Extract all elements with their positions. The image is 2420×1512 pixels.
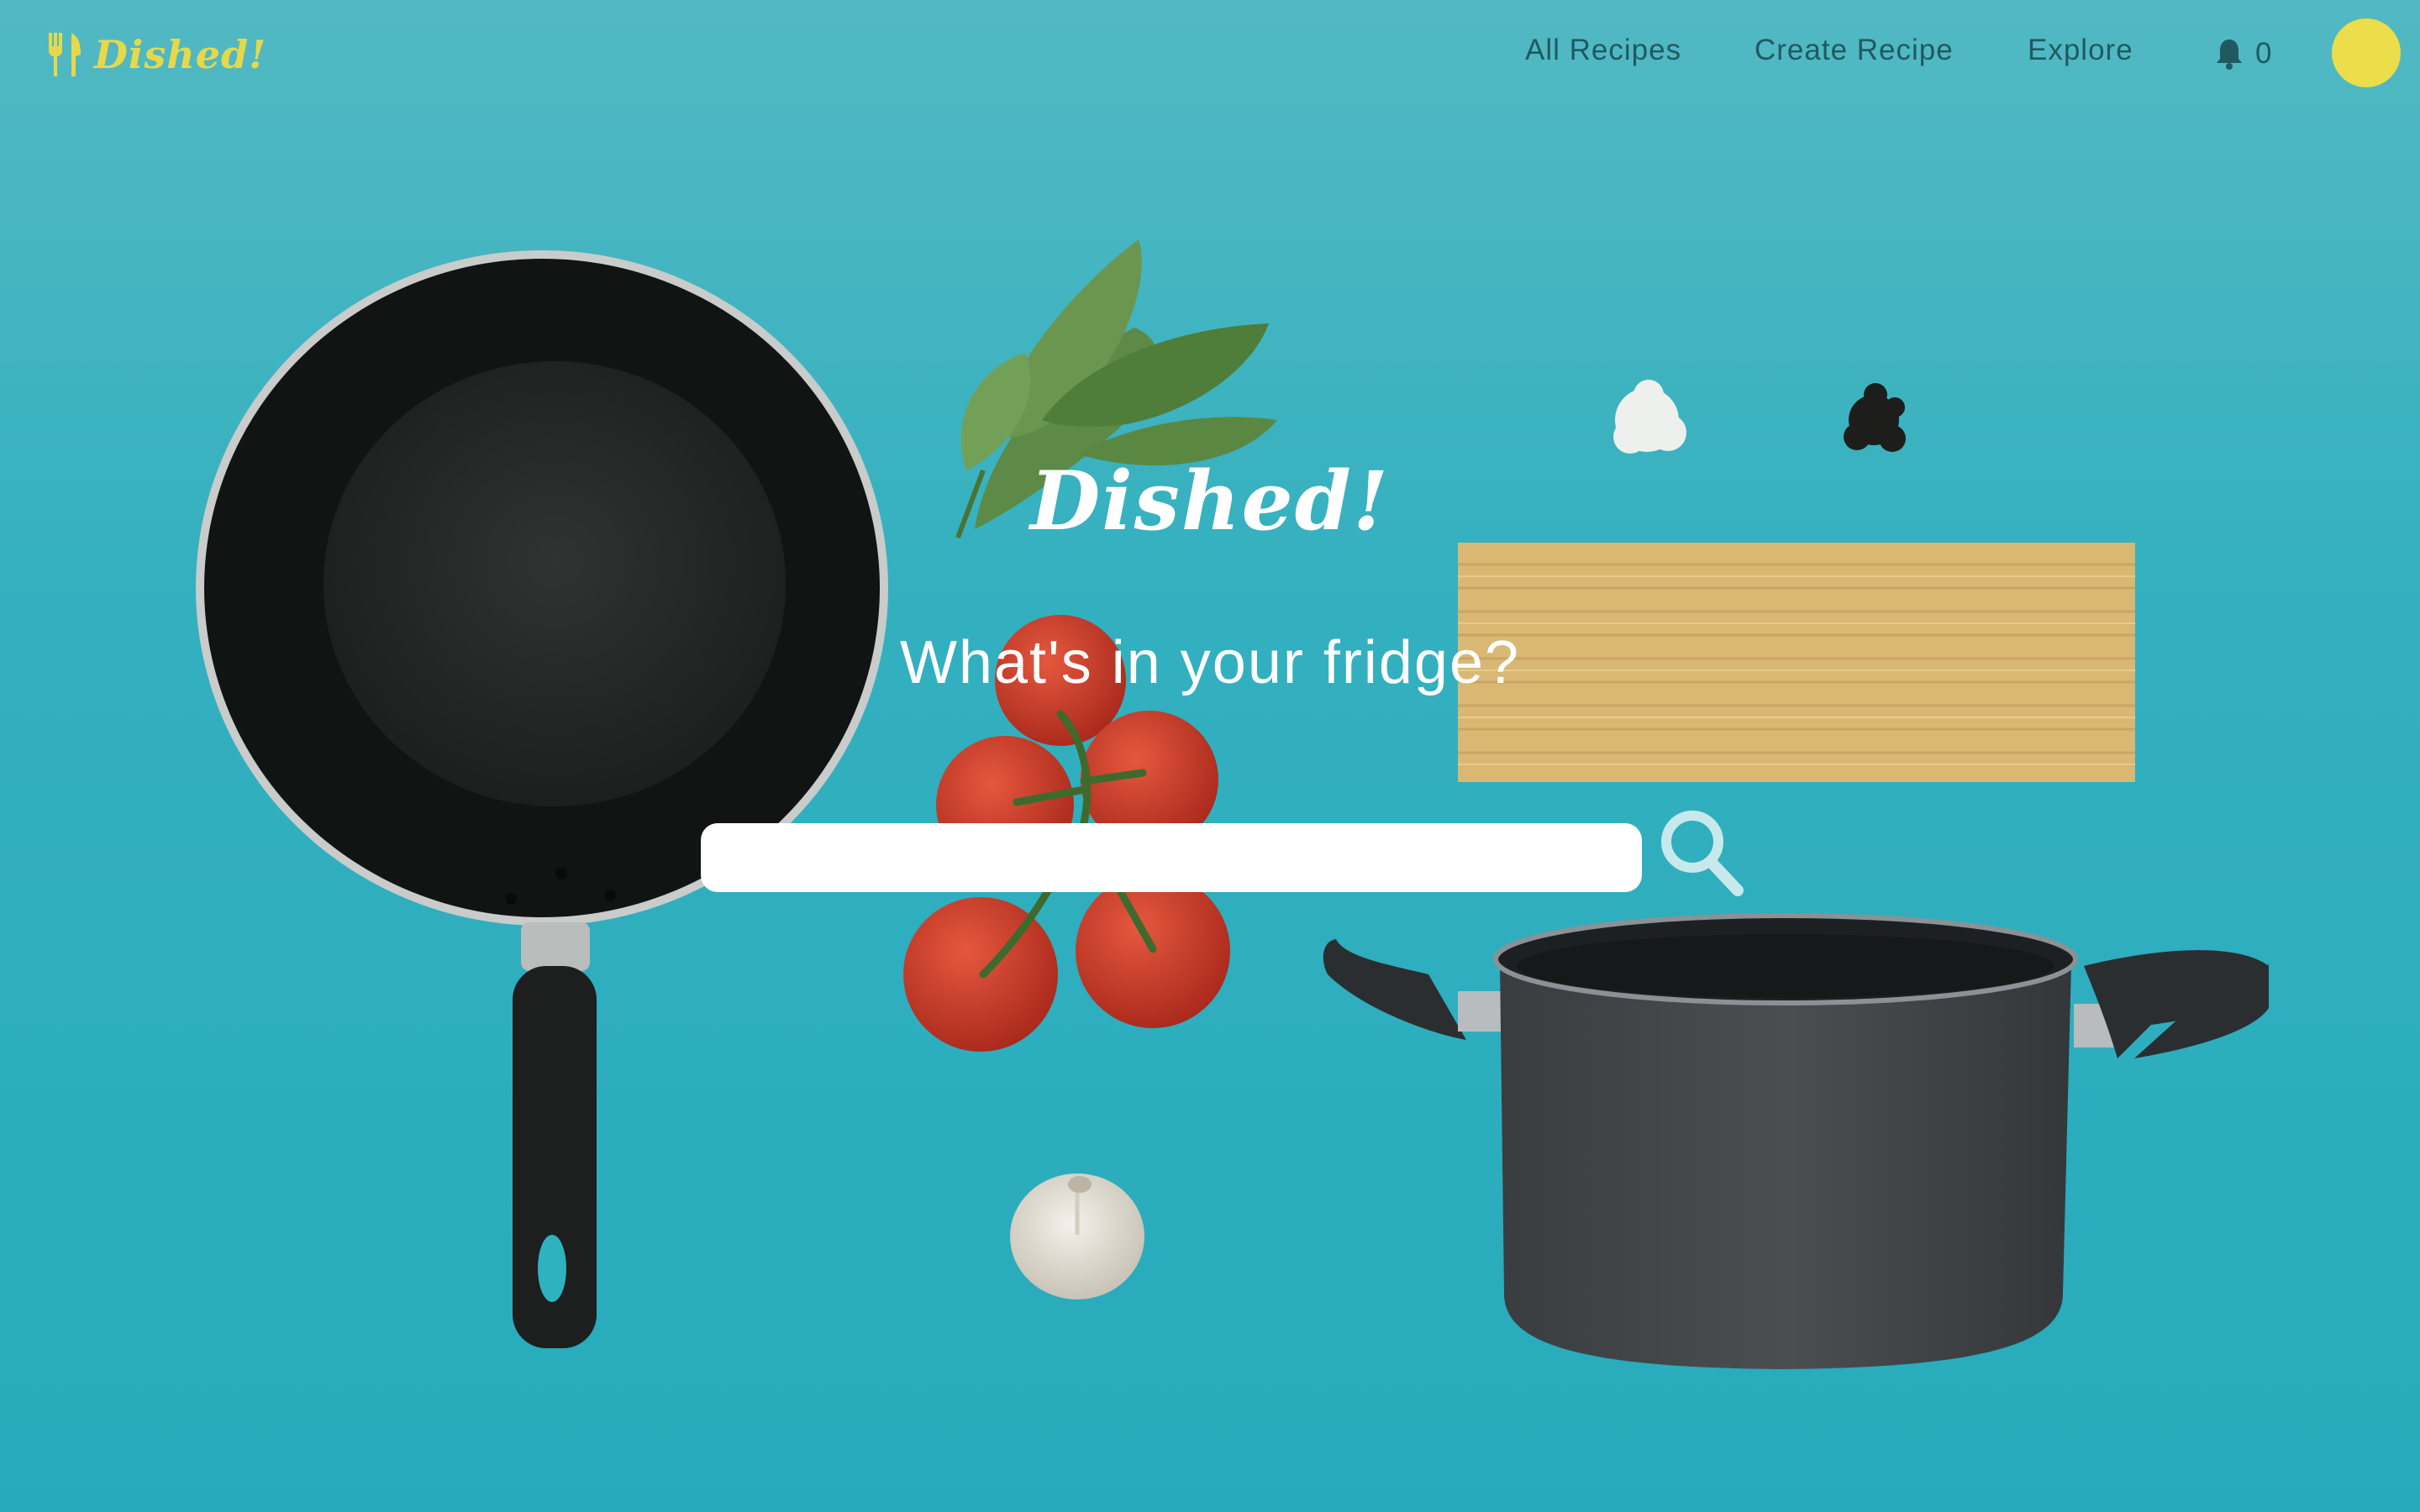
search-button[interactable] — [1659, 808, 1744, 897]
brand-logo[interactable]: Dished! — [45, 29, 266, 81]
garlic-illustration — [1010, 1173, 1144, 1299]
peppercorns-illustration — [1844, 383, 1906, 452]
salt-pile-illustration — [1613, 380, 1686, 454]
spaghetti-illustration — [1458, 543, 2135, 782]
nav-link-create-recipe[interactable]: Create Recipe — [1754, 34, 1954, 67]
nav-link-all-recipes[interactable]: All Recipes — [1525, 34, 1681, 67]
search-icon — [1661, 811, 1744, 896]
cooking-pot-illustration — [1323, 913, 2269, 1369]
hero-question: What's in your fridge? — [899, 629, 1521, 696]
hero-background: Dished! All Recipes Create Recipe Explor… — [0, 0, 2420, 1512]
hero-logo: Dished! — [1030, 454, 1390, 549]
fork-knife-icon — [49, 33, 81, 76]
frying-pan-illustration — [196, 250, 888, 1348]
notifications-button[interactable]: 0 — [2215, 34, 2271, 74]
top-navbar: Dished! All Recipes Create Recipe Explor… — [0, 0, 2420, 109]
brand-name: Dished! — [94, 32, 267, 77]
nav-link-explore[interactable]: Explore — [2028, 34, 2133, 67]
user-avatar[interactable] — [2332, 18, 2401, 87]
kitchen-scene-illustration — [196, 239, 2269, 1369]
ingredient-search-input[interactable] — [701, 823, 1642, 892]
notification-count: 0 — [2255, 37, 2272, 70]
bell-icon — [2217, 39, 2242, 70]
